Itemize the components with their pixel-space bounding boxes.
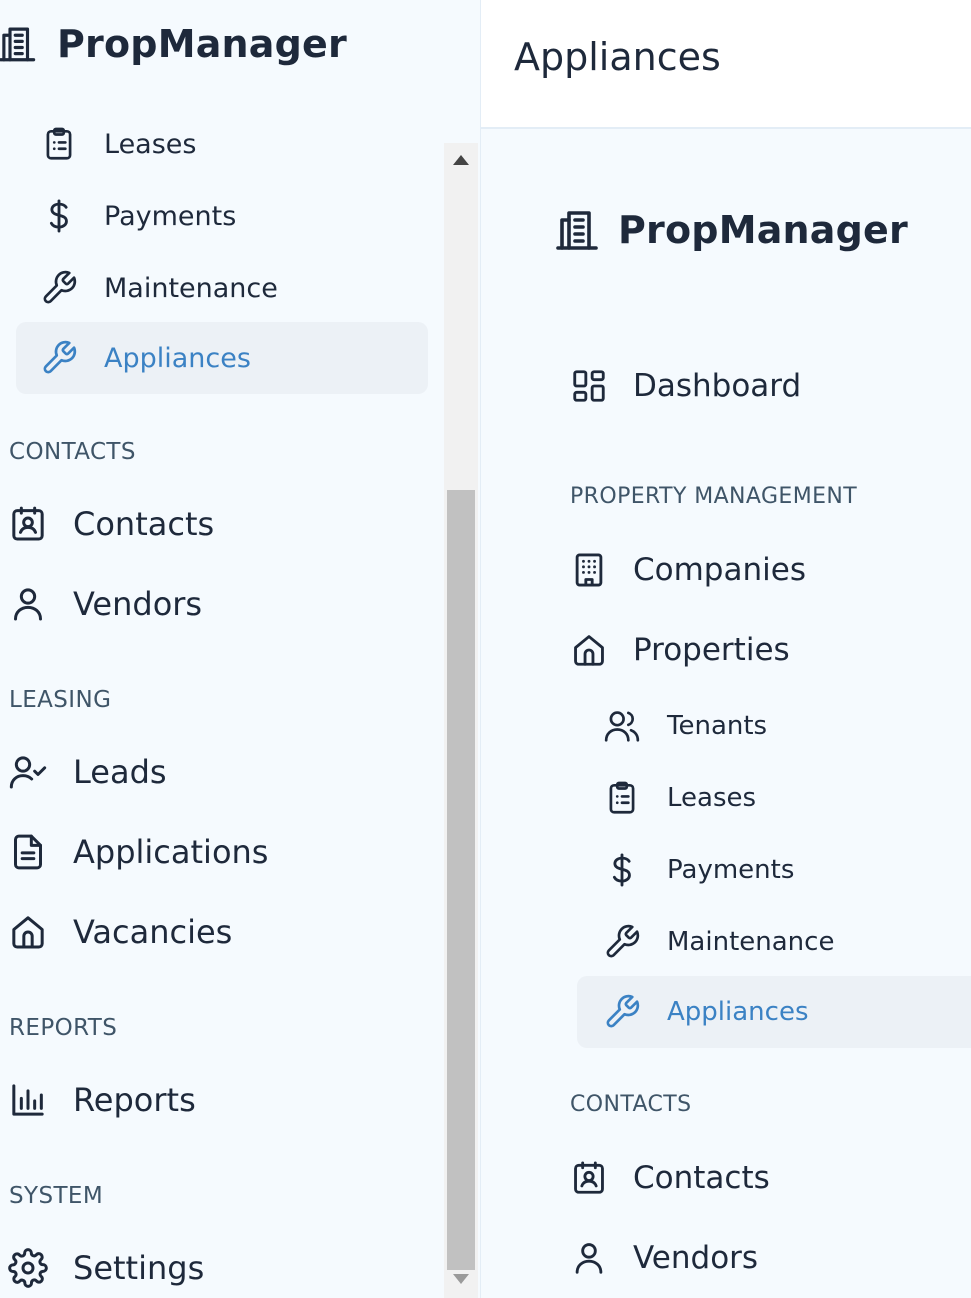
sidebar-scrollbar[interactable] bbox=[444, 143, 478, 1298]
right-nav: Dashboard PROPERTY MANAGEMENT Companies … bbox=[481, 129, 971, 1298]
nav-item-applications[interactable]: Applications bbox=[0, 812, 444, 892]
nav-item-label: Vendors bbox=[633, 1239, 759, 1276]
page-title: Appliances bbox=[514, 35, 721, 79]
nav-item-label: Tenants bbox=[667, 711, 768, 741]
left-sidebar: PropManager Leases Payments Maintenance bbox=[0, 0, 478, 1298]
nav-item-appliances[interactable]: Appliances bbox=[577, 976, 971, 1048]
users-icon bbox=[603, 707, 641, 745]
right-sidebar: PropManager Dashboard PROPERTY MANAGEMEN… bbox=[480, 129, 971, 1298]
wrench-icon bbox=[603, 923, 641, 961]
section-heading-contacts: CONTACTS bbox=[9, 439, 136, 465]
nav-item-reports[interactable]: Reports bbox=[0, 1060, 444, 1140]
nav-item-label: Leads bbox=[73, 753, 167, 791]
home-icon bbox=[570, 631, 608, 669]
section-heading-property-management: PROPERTY MANAGEMENT bbox=[570, 484, 858, 509]
contact-card-icon bbox=[8, 504, 48, 544]
nav-item-label: Appliances bbox=[104, 342, 251, 374]
nav-item-maintenance[interactable]: Maintenance bbox=[577, 906, 971, 978]
nav-item-properties[interactable]: Properties bbox=[556, 610, 971, 690]
nav-item-label: Dashboard bbox=[633, 367, 802, 404]
scroll-up-arrow[interactable] bbox=[444, 143, 478, 177]
document-icon bbox=[8, 832, 48, 872]
nav-item-label: Leases bbox=[104, 128, 197, 160]
contact-card-icon bbox=[570, 1159, 608, 1197]
nav-item-label: Maintenance bbox=[104, 272, 278, 304]
nav-item-label: Contacts bbox=[73, 505, 215, 543]
nav-item-label: Settings bbox=[73, 1249, 205, 1287]
nav-item-vendors[interactable]: Vendors bbox=[556, 1218, 971, 1298]
section-heading-system: SYSTEM bbox=[9, 1183, 104, 1209]
user-check-icon bbox=[8, 752, 48, 792]
nav-item-leases[interactable]: Leases bbox=[16, 110, 428, 180]
nav-item-payments[interactable]: Payments bbox=[577, 834, 971, 906]
clipboard-list-icon bbox=[603, 779, 641, 817]
nav-item-dashboard[interactable]: Dashboard bbox=[556, 346, 971, 426]
nav-item-companies[interactable]: Companies bbox=[556, 530, 971, 610]
page-header: Appliances bbox=[480, 0, 971, 129]
nav-item-leases[interactable]: Leases bbox=[577, 762, 971, 834]
nav-item-label: Companies bbox=[633, 551, 806, 588]
nav-item-label: Vacancies bbox=[73, 913, 233, 951]
office-building-logo-icon bbox=[0, 23, 38, 65]
brand-header[interactable]: PropManager bbox=[0, 0, 478, 90]
nav-item-contacts[interactable]: Contacts bbox=[556, 1138, 971, 1218]
nav-item-appliances[interactable]: Appliances bbox=[16, 322, 428, 394]
scrollbar-thumb[interactable] bbox=[447, 490, 475, 1270]
nav-item-tenants[interactable]: Tenants bbox=[577, 690, 971, 762]
wrench-icon bbox=[40, 339, 78, 377]
nav-item-label: Payments bbox=[667, 855, 795, 885]
nav-item-label: Maintenance bbox=[667, 927, 835, 957]
nav-item-contacts[interactable]: Contacts bbox=[0, 484, 444, 564]
nav-item-label: Appliances bbox=[667, 997, 809, 1027]
nav-item-label: Vendors bbox=[73, 585, 203, 623]
brand-name: PropManager bbox=[57, 22, 347, 66]
nav-item-label: Properties bbox=[633, 631, 790, 668]
nav-item-label: Applications bbox=[73, 833, 269, 871]
nav-item-label: Leases bbox=[667, 783, 757, 813]
nav-item-vendors[interactable]: Vendors bbox=[0, 564, 444, 644]
section-heading-contacts: CONTACTS bbox=[570, 1092, 692, 1117]
scroll-down-arrow[interactable] bbox=[444, 1264, 478, 1298]
section-heading-reports: REPORTS bbox=[9, 1015, 118, 1041]
nav-item-label: Contacts bbox=[633, 1159, 770, 1196]
nav-item-label: Payments bbox=[104, 200, 237, 232]
dollar-icon bbox=[603, 851, 641, 889]
nav-item-settings[interactable]: Settings bbox=[0, 1228, 444, 1298]
gear-icon bbox=[8, 1248, 48, 1288]
user-icon bbox=[8, 584, 48, 624]
nav-item-label: Reports bbox=[73, 1081, 196, 1119]
nav-item-leads[interactable]: Leads bbox=[0, 732, 444, 812]
nav-item-maintenance[interactable]: Maintenance bbox=[16, 252, 428, 324]
dollar-icon bbox=[40, 197, 78, 235]
nav-item-payments[interactable]: Payments bbox=[16, 180, 428, 252]
clipboard-list-icon bbox=[40, 125, 78, 163]
left-nav: Leases Payments Maintenance Appliances C… bbox=[0, 110, 444, 1298]
building-icon bbox=[570, 551, 608, 589]
home-icon bbox=[8, 912, 48, 952]
user-icon bbox=[570, 1239, 608, 1277]
wrench-icon bbox=[40, 269, 78, 307]
section-heading-leasing: LEASING bbox=[9, 687, 112, 713]
wrench-icon bbox=[603, 993, 641, 1031]
nav-item-vacancies[interactable]: Vacancies bbox=[0, 892, 444, 972]
bar-chart-icon bbox=[8, 1080, 48, 1120]
dashboard-icon bbox=[570, 367, 608, 405]
